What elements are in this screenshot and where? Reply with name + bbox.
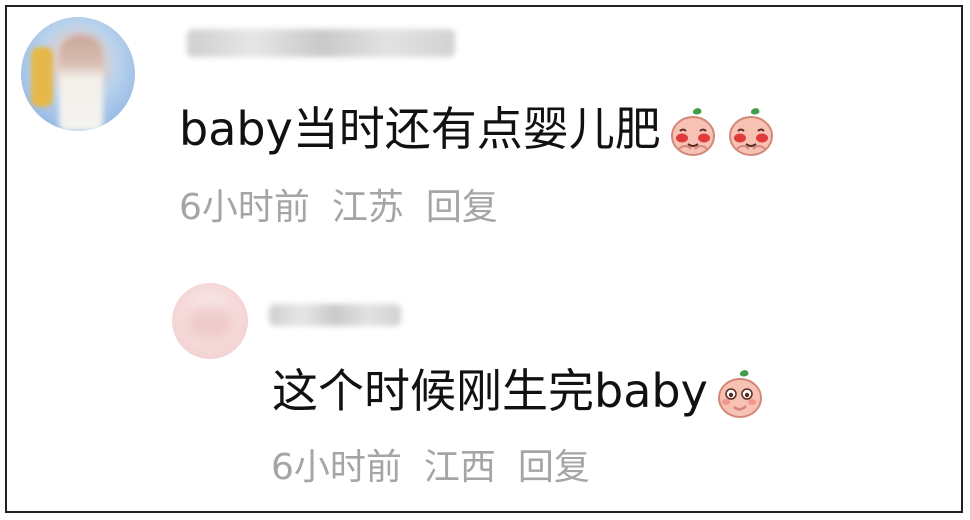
reply-avatar[interactable] [172,283,248,359]
comment-text-content: baby当时还有点婴儿肥 [179,102,661,156]
blushing-peach-emoji-icon [725,107,777,159]
reply-location: 江西 [423,447,496,488]
reply-text-content: 这个时候刚生完baby [272,364,708,418]
blushing-peach-emoji-icon [667,107,719,159]
comment-location: 江苏 [331,187,404,228]
reply-button[interactable]: 回复 [426,187,498,228]
reply-username-blurred[interactable] [269,304,401,326]
comment-time: 6小时前 [179,187,310,228]
comment-text: baby当时还有点婴儿肥 [179,101,777,159]
comment-panel: baby当时还有点婴儿肥 6小时前 江苏 回复 这个时候刚生完baby 6小时前… [5,5,963,513]
reply-reply-button[interactable]: 回复 [518,447,590,488]
reply-text: 这个时候刚生完baby [272,363,766,421]
reply-meta: 6小时前 江西 回复 [271,446,612,490]
avatar[interactable] [21,17,135,131]
thinking-peach-emoji-icon [714,369,766,421]
comment-meta: 6小时前 江苏 回复 [179,186,520,230]
username-blurred[interactable] [187,29,455,57]
reply-time: 6小时前 [271,447,402,488]
